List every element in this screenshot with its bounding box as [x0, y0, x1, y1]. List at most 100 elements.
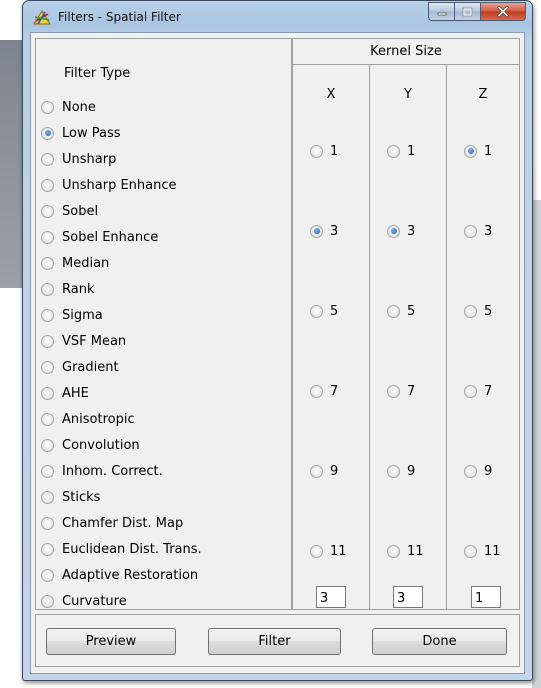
filter-option-rank[interactable]: Rank: [41, 279, 94, 299]
filter-option-label: Euclidean Dist. Trans.: [62, 541, 202, 557]
kernel-y-size-11[interactable]: 11: [387, 541, 424, 561]
filter-option-ahe[interactable]: AHE: [41, 383, 89, 403]
radio-button[interactable]: [41, 282, 54, 296]
radio-button[interactable]: [41, 178, 54, 192]
radio-button[interactable]: [41, 542, 54, 556]
close-button[interactable]: [481, 2, 526, 21]
radio-button[interactable]: [310, 544, 323, 558]
kernel-size-label: 9: [407, 463, 416, 479]
filter-option-euclidean-dist-trans[interactable]: Euclidean Dist. Trans.: [41, 539, 202, 559]
kernel-size-label: 5: [484, 303, 493, 319]
minimize-icon: [437, 12, 446, 15]
kernel-z-size-3[interactable]: 3: [464, 221, 492, 241]
radio-button[interactable]: [41, 412, 54, 426]
filter-button[interactable]: Filter: [208, 628, 341, 655]
kernel-z-size-11[interactable]: 11: [464, 541, 501, 561]
radio-button[interactable]: [310, 224, 323, 238]
filter-option-gradient[interactable]: Gradient: [41, 357, 119, 377]
kernel-z-size-7[interactable]: 7: [464, 381, 492, 401]
window-title: Filters - Spatial Filter: [58, 10, 181, 24]
radio-button[interactable]: [41, 126, 54, 140]
radio-button[interactable]: [41, 100, 54, 114]
filter-option-vsf-mean[interactable]: VSF Mean: [41, 331, 126, 351]
kernel-z-size-5[interactable]: 5: [464, 301, 492, 321]
filter-option-adaptive-restoration[interactable]: Adaptive Restoration: [41, 565, 198, 585]
radio-button[interactable]: [41, 256, 54, 270]
kernel-x-size-11[interactable]: 11: [310, 541, 347, 561]
kernel-x-field[interactable]: [316, 586, 346, 608]
kernel-y-size-3[interactable]: 3: [387, 221, 415, 241]
filter-option-low-pass[interactable]: Low Pass: [41, 123, 121, 143]
radio-button[interactable]: [310, 384, 323, 398]
preview-button[interactable]: Preview: [46, 628, 176, 655]
filter-option-median[interactable]: Median: [41, 253, 109, 273]
filter-option-unsharp[interactable]: Unsharp: [41, 149, 116, 169]
radio-button[interactable]: [41, 438, 54, 452]
filter-option-curvature[interactable]: Curvature: [41, 591, 127, 611]
kernel-size-label: 9: [330, 463, 339, 479]
window-controls: [428, 2, 526, 22]
kernel-y-size-1[interactable]: 1: [387, 141, 415, 161]
radio-button[interactable]: [464, 304, 477, 318]
filter-option-unsharp-enhance[interactable]: Unsharp Enhance: [41, 175, 177, 195]
radio-button[interactable]: [464, 144, 477, 158]
kernel-x-size-7[interactable]: 7: [310, 381, 338, 401]
radio-button[interactable]: [41, 516, 54, 530]
radio-button[interactable]: [41, 360, 54, 374]
radio-button[interactable]: [41, 568, 54, 582]
radio-button[interactable]: [464, 464, 477, 478]
radio-button[interactable]: [387, 544, 400, 558]
radio-button[interactable]: [310, 144, 323, 158]
radio-button[interactable]: [41, 490, 54, 504]
kernel-x-size-3[interactable]: 3: [310, 221, 338, 241]
dialog-client-area: Filter Type None Low Pass Unsharp Unsharp E…: [30, 32, 525, 674]
done-button[interactable]: Done: [372, 628, 507, 655]
radio-button[interactable]: [310, 304, 323, 318]
radio-button[interactable]: [310, 464, 323, 478]
kernel-z-size-1[interactable]: 1: [464, 141, 492, 161]
maximize-button[interactable]: [455, 2, 481, 21]
radio-button[interactable]: [387, 384, 400, 398]
kernel-z-size-9[interactable]: 9: [464, 461, 492, 481]
filter-option-sigma[interactable]: Sigma: [41, 305, 103, 325]
radio-button[interactable]: [464, 384, 477, 398]
filter-option-chamfer-dist-map[interactable]: Chamfer Dist. Map: [41, 513, 183, 533]
filter-option-label: Convolution: [62, 437, 140, 453]
filter-option-sobel[interactable]: Sobel: [41, 201, 98, 221]
kernel-column-z: Z 1 3 5 7 9 11: [447, 65, 519, 609]
radio-button[interactable]: [464, 544, 477, 558]
kernel-y-size-9[interactable]: 9: [387, 461, 415, 481]
kernel-y-size-7[interactable]: 7: [387, 381, 415, 401]
minimize-button[interactable]: [428, 2, 455, 21]
radio-button[interactable]: [41, 308, 54, 322]
kernel-x-size-9[interactable]: 9: [310, 461, 338, 481]
axis-label-y: Y: [404, 87, 412, 102]
radio-button[interactable]: [41, 152, 54, 166]
filter-option-inhom-correct[interactable]: Inhom. Correct.: [41, 461, 163, 481]
radio-button[interactable]: [41, 464, 54, 478]
kernel-z-field[interactable]: [471, 586, 501, 608]
kernel-y-size-5[interactable]: 5: [387, 301, 415, 321]
title-bar[interactable]: Filters - Spatial Filter: [23, 1, 532, 33]
filter-option-label: Sigma: [62, 307, 103, 323]
kernel-y-field[interactable]: [393, 586, 423, 608]
radio-button[interactable]: [464, 224, 477, 238]
radio-button[interactable]: [41, 204, 54, 218]
radio-button[interactable]: [41, 386, 54, 400]
filter-option-sobel-enhance[interactable]: Sobel Enhance: [41, 227, 158, 247]
radio-button[interactable]: [387, 464, 400, 478]
filter-option-sticks[interactable]: Sticks: [41, 487, 100, 507]
radio-button[interactable]: [387, 304, 400, 318]
kernel-x-size-1[interactable]: 1: [310, 141, 338, 161]
filter-option-none[interactable]: None: [41, 97, 96, 117]
filter-option-label: Anisotropic: [62, 411, 135, 427]
radio-button[interactable]: [41, 334, 54, 348]
radio-button[interactable]: [41, 594, 54, 608]
filter-option-convolution[interactable]: Convolution: [41, 435, 140, 455]
filter-option-anisotropic[interactable]: Anisotropic: [41, 409, 135, 429]
radio-button[interactable]: [387, 224, 400, 238]
kernel-size-heading: Kernel Size: [293, 39, 519, 65]
radio-button[interactable]: [41, 230, 54, 244]
radio-button[interactable]: [387, 144, 400, 158]
kernel-x-size-5[interactable]: 5: [310, 301, 338, 321]
